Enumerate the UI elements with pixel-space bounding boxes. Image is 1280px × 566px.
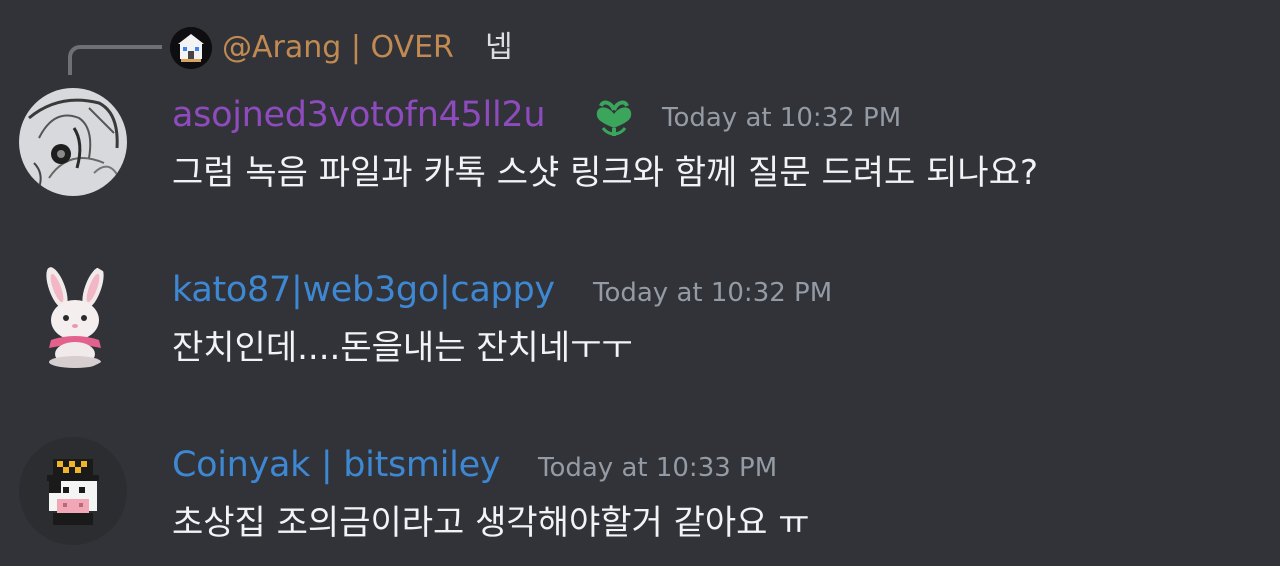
clover-heart-icon[interactable] — [589, 90, 639, 140]
reply-message-text[interactable]: 넵 — [485, 28, 513, 68]
reply-author-avatar[interactable] — [170, 27, 212, 69]
message-text: 초상집 조의금이라고 생각해야할거 같아요 ㅠ — [172, 503, 810, 543]
message-author-name[interactable]: asojned3votofn45ll2u — [172, 93, 546, 137]
message-text: 잔치인데....돈을내는 잔치네ㅜㅜ — [172, 328, 633, 368]
message-author-name[interactable]: kato87|web3go|cappy — [172, 268, 555, 312]
chat-message-list: @Arang | OVER 넵 asojned3votofn45ll2u Tod… — [0, 0, 1280, 566]
pixel-house-avatar-icon — [170, 27, 212, 69]
message-timestamp[interactable]: Today at 10:32 PM — [662, 100, 901, 136]
user-avatar-coinyak[interactable] — [19, 437, 127, 545]
message-timestamp[interactable]: Today at 10:32 PM — [593, 275, 832, 311]
user-avatar-kato87[interactable] — [19, 262, 127, 370]
message-author-name[interactable]: Coinyak | bitsmiley — [172, 443, 501, 487]
message-text: 그럼 녹음 파일과 카톡 스샷 링크와 함께 질문 드려도 되나요? — [172, 153, 1039, 193]
bunny-avatar-icon — [19, 262, 127, 370]
sketch-portrait-avatar-icon — [19, 88, 127, 196]
message-timestamp[interactable]: Today at 10:33 PM — [538, 450, 777, 486]
reply-connector-line — [68, 45, 162, 75]
reply-author-name[interactable]: @Arang | OVER — [222, 28, 454, 68]
user-avatar-asojned[interactable] — [19, 88, 127, 196]
pixel-cow-avatar-icon — [19, 437, 127, 545]
